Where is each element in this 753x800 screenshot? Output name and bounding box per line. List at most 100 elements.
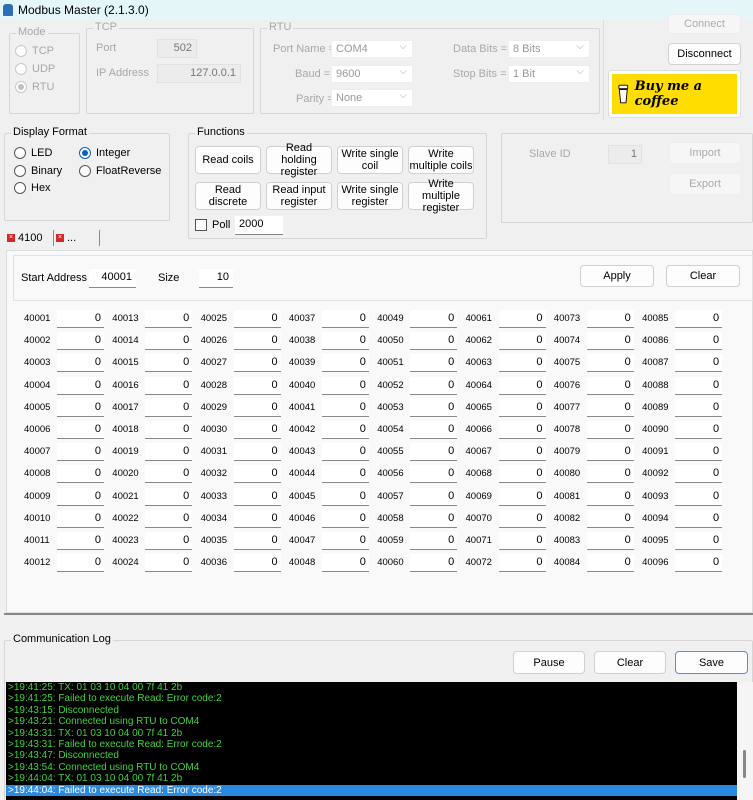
mode-rtu-radio[interactable]: RTU xyxy=(15,81,54,93)
log-list[interactable]: >19:41:25: TX: 01 03 10 04 00 7f 41 2b >1… xyxy=(6,682,737,800)
write-multiple-coils-button[interactable]: Write multiple coils xyxy=(408,146,474,174)
register-value-input[interactable]: 0 xyxy=(586,354,634,373)
slave-id-input[interactable]: 1 xyxy=(608,145,642,164)
log-line[interactable]: >19:44:04: Failed to execute Read: Error… xyxy=(6,784,737,796)
register-value-input[interactable]: 0 xyxy=(321,332,369,351)
log-scrollbar[interactable] xyxy=(737,682,753,800)
register-value-input[interactable]: 0 xyxy=(321,376,369,395)
register-value-input[interactable]: 0 xyxy=(321,421,369,439)
write-multiple-register-button[interactable]: Write multiple register xyxy=(408,178,474,214)
register-value-input[interactable]: 0 xyxy=(57,443,104,462)
read-input-register-button[interactable]: Read input register xyxy=(266,182,332,210)
register-value-input[interactable]: 0 xyxy=(233,509,281,528)
start-address-input[interactable]: 40001 xyxy=(89,269,136,288)
connect-button[interactable]: Connect xyxy=(668,14,741,34)
register-value-input[interactable]: 0 xyxy=(233,376,281,395)
register-value-input[interactable]: 0 xyxy=(321,532,369,550)
register-value-input[interactable]: 0 xyxy=(145,310,193,328)
log-line[interactable]: >19:44:04: TX: 01 03 10 04 00 7f 41 2b xyxy=(6,773,737,784)
register-value-input[interactable]: 0 xyxy=(410,376,458,395)
register-value-input[interactable]: 0 xyxy=(233,354,281,373)
register-value-input[interactable]: 0 xyxy=(675,310,723,328)
format-integer-radio[interactable]: Integer xyxy=(79,147,130,159)
scrollbar-thumb[interactable] xyxy=(743,750,746,778)
register-value-input[interactable]: 0 xyxy=(57,509,104,528)
register-value-input[interactable]: 0 xyxy=(675,421,723,439)
mode-tcp-radio[interactable]: TCP xyxy=(15,45,54,57)
register-value-input[interactable]: 0 xyxy=(410,443,458,462)
register-value-input[interactable]: 0 xyxy=(233,487,281,506)
register-value-input[interactable]: 0 xyxy=(57,332,104,351)
register-value-input[interactable]: 0 xyxy=(145,376,193,395)
save-button[interactable]: Save xyxy=(675,651,748,674)
register-value-input[interactable]: 0 xyxy=(498,465,546,484)
register-value-input[interactable]: 0 xyxy=(410,310,458,328)
format-hex-radio[interactable]: Hex xyxy=(14,182,51,194)
clear-registers-button[interactable]: Clear xyxy=(666,265,740,287)
export-button[interactable]: Export xyxy=(669,173,741,195)
register-value-input[interactable]: 0 xyxy=(57,376,104,395)
log-line[interactable]: >19:43:15: Disconnected xyxy=(6,705,737,716)
register-value-input[interactable]: 0 xyxy=(675,509,723,528)
register-value-input[interactable]: 0 xyxy=(675,554,723,573)
register-value-input[interactable]: 0 xyxy=(233,443,281,462)
baud-select[interactable]: 9600 xyxy=(331,65,413,83)
parity-select[interactable]: None xyxy=(331,89,413,107)
import-button[interactable]: Import xyxy=(669,142,741,164)
register-value-input[interactable]: 0 xyxy=(498,509,546,528)
read-holding-register-button[interactable]: Read holding register xyxy=(266,142,332,178)
tab-new[interactable]: ×... xyxy=(56,232,76,244)
register-value-input[interactable]: 0 xyxy=(57,465,104,484)
register-value-input[interactable]: 0 xyxy=(410,509,458,528)
register-value-input[interactable]: 0 xyxy=(410,398,458,417)
register-value-input[interactable]: 0 xyxy=(57,354,104,373)
register-value-input[interactable]: 0 xyxy=(410,421,458,439)
register-value-input[interactable]: 0 xyxy=(145,487,193,506)
buy-me-a-coffee-button[interactable]: Buy me a coffee xyxy=(608,70,741,118)
register-value-input[interactable]: 0 xyxy=(586,509,634,528)
register-value-input[interactable]: 0 xyxy=(233,532,281,550)
pause-button[interactable]: Pause xyxy=(513,651,585,674)
register-value-input[interactable]: 0 xyxy=(410,487,458,506)
register-value-input[interactable]: 0 xyxy=(57,554,104,573)
register-value-input[interactable]: 0 xyxy=(321,509,369,528)
register-value-input[interactable]: 0 xyxy=(145,509,193,528)
register-value-input[interactable]: 0 xyxy=(145,554,193,573)
register-value-input[interactable]: 0 xyxy=(586,532,634,550)
register-value-input[interactable]: 0 xyxy=(675,532,723,550)
port-input[interactable]: 502 xyxy=(157,39,197,58)
register-value-input[interactable]: 0 xyxy=(586,376,634,395)
log-line[interactable]: >19:43:47: Disconnected xyxy=(6,750,737,761)
register-value-input[interactable]: 0 xyxy=(233,421,281,439)
format-led-radio[interactable]: LED xyxy=(14,147,52,159)
apply-button[interactable]: Apply xyxy=(580,265,654,287)
register-value-input[interactable]: 0 xyxy=(233,465,281,484)
register-value-input[interactable]: 0 xyxy=(57,310,104,328)
register-value-input[interactable]: 0 xyxy=(675,376,723,395)
register-value-input[interactable]: 0 xyxy=(321,465,369,484)
register-value-input[interactable]: 0 xyxy=(498,398,546,417)
log-line[interactable]: >19:43:21: Connected using RTU to COM4 xyxy=(6,716,737,727)
register-value-input[interactable]: 0 xyxy=(321,487,369,506)
register-value-input[interactable]: 0 xyxy=(321,443,369,462)
register-value-input[interactable]: 0 xyxy=(675,398,723,417)
register-value-input[interactable]: 0 xyxy=(57,421,104,439)
register-value-input[interactable]: 0 xyxy=(410,332,458,351)
register-value-input[interactable]: 0 xyxy=(233,398,281,417)
splitter[interactable] xyxy=(4,613,753,615)
register-value-input[interactable]: 0 xyxy=(145,421,193,439)
register-value-input[interactable]: 0 xyxy=(321,554,369,573)
register-value-input[interactable]: 0 xyxy=(410,532,458,550)
write-single-coil-button[interactable]: Write single coil xyxy=(337,146,403,174)
read-discrete-button[interactable]: Read discrete xyxy=(195,182,261,210)
register-value-input[interactable]: 0 xyxy=(145,465,193,484)
register-value-input[interactable]: 0 xyxy=(675,487,723,506)
register-value-input[interactable]: 0 xyxy=(586,332,634,351)
register-value-input[interactable]: 0 xyxy=(498,554,546,573)
read-coils-button[interactable]: Read coils xyxy=(195,146,261,174)
register-value-input[interactable]: 0 xyxy=(586,310,634,328)
register-value-input[interactable]: 0 xyxy=(145,332,193,351)
format-binary-radio[interactable]: Binary xyxy=(14,165,62,177)
register-value-input[interactable]: 0 xyxy=(498,354,546,373)
register-value-input[interactable]: 0 xyxy=(233,310,281,328)
